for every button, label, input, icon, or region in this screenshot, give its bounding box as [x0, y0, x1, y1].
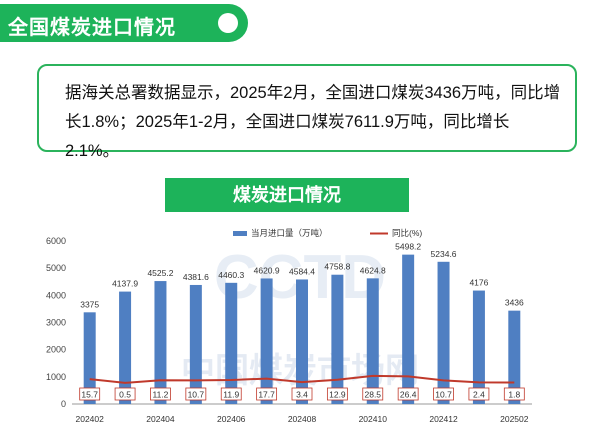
bar-value-label: 3436 — [505, 298, 524, 308]
bar-value-label: 4460.3 — [218, 270, 244, 280]
bar-value-label: 4620.9 — [254, 265, 280, 275]
line-value-label: 11.2 — [153, 390, 169, 400]
bar-value-label: 4584.4 — [289, 266, 315, 276]
bar-value-label: 4176 — [469, 278, 488, 288]
x-tick-label: 202502 — [500, 414, 529, 424]
y-tick-label: 2000 — [46, 345, 66, 355]
x-tick-label: 202408 — [288, 414, 317, 424]
legend-bar-label: 当月进口量（万吨） — [251, 228, 328, 238]
line-value-label: 10.7 — [188, 390, 205, 400]
bar — [472, 290, 485, 404]
coal-import-chart: CCTD中国煤炭市场网01000200030004000500060003375… — [46, 228, 532, 424]
line-value-label: 26.4 — [400, 390, 417, 400]
line-value-label: 0.5 — [119, 390, 131, 400]
bar — [331, 274, 344, 404]
bar — [225, 282, 238, 404]
bar-value-label: 5234.6 — [431, 249, 457, 259]
bar-value-label: 5498.2 — [395, 242, 421, 252]
line-value-label: 2.4 — [473, 390, 485, 400]
line-value-label: 11.9 — [223, 390, 239, 400]
y-tick-label: 5000 — [46, 263, 66, 273]
bar — [189, 284, 202, 404]
bar — [402, 254, 415, 404]
bar-value-label: 4137.9 — [112, 279, 138, 289]
legend-bar-swatch — [233, 231, 247, 236]
x-tick-label: 202402 — [76, 414, 105, 424]
line-value-label: 12.9 — [329, 390, 346, 400]
bar-value-label: 4758.8 — [324, 262, 350, 272]
bar-value-label: 4525.2 — [147, 268, 173, 278]
line-value-label: 10.7 — [435, 390, 452, 400]
x-tick-label: 202404 — [146, 414, 175, 424]
y-tick-label: 0 — [61, 399, 66, 409]
bar — [260, 278, 273, 404]
line-value-label: 28.5 — [364, 390, 381, 400]
bar — [296, 279, 308, 404]
line-value-label: 17.7 — [258, 390, 275, 400]
bar-value-label: 4624.8 — [360, 265, 386, 275]
line-value-label: 3.4 — [296, 390, 308, 400]
y-tick-label: 3000 — [46, 318, 66, 328]
bar — [119, 291, 132, 404]
line-value-label: 15.7 — [81, 390, 98, 400]
bar — [437, 261, 450, 404]
y-tick-label: 1000 — [46, 372, 66, 382]
bar — [154, 281, 167, 404]
bar — [366, 278, 379, 404]
x-tick-label: 202406 — [217, 414, 246, 424]
line-value-label: 1.8 — [508, 390, 520, 400]
y-tick-label: 4000 — [46, 290, 66, 300]
bar-value-label: 3375 — [80, 299, 99, 309]
legend-line-label: 同比(%) — [392, 228, 422, 238]
bar-value-label: 4381.6 — [183, 272, 209, 282]
x-tick-label: 202412 — [429, 414, 458, 424]
x-tick-label: 202410 — [359, 414, 388, 424]
y-tick-label: 6000 — [46, 236, 66, 246]
